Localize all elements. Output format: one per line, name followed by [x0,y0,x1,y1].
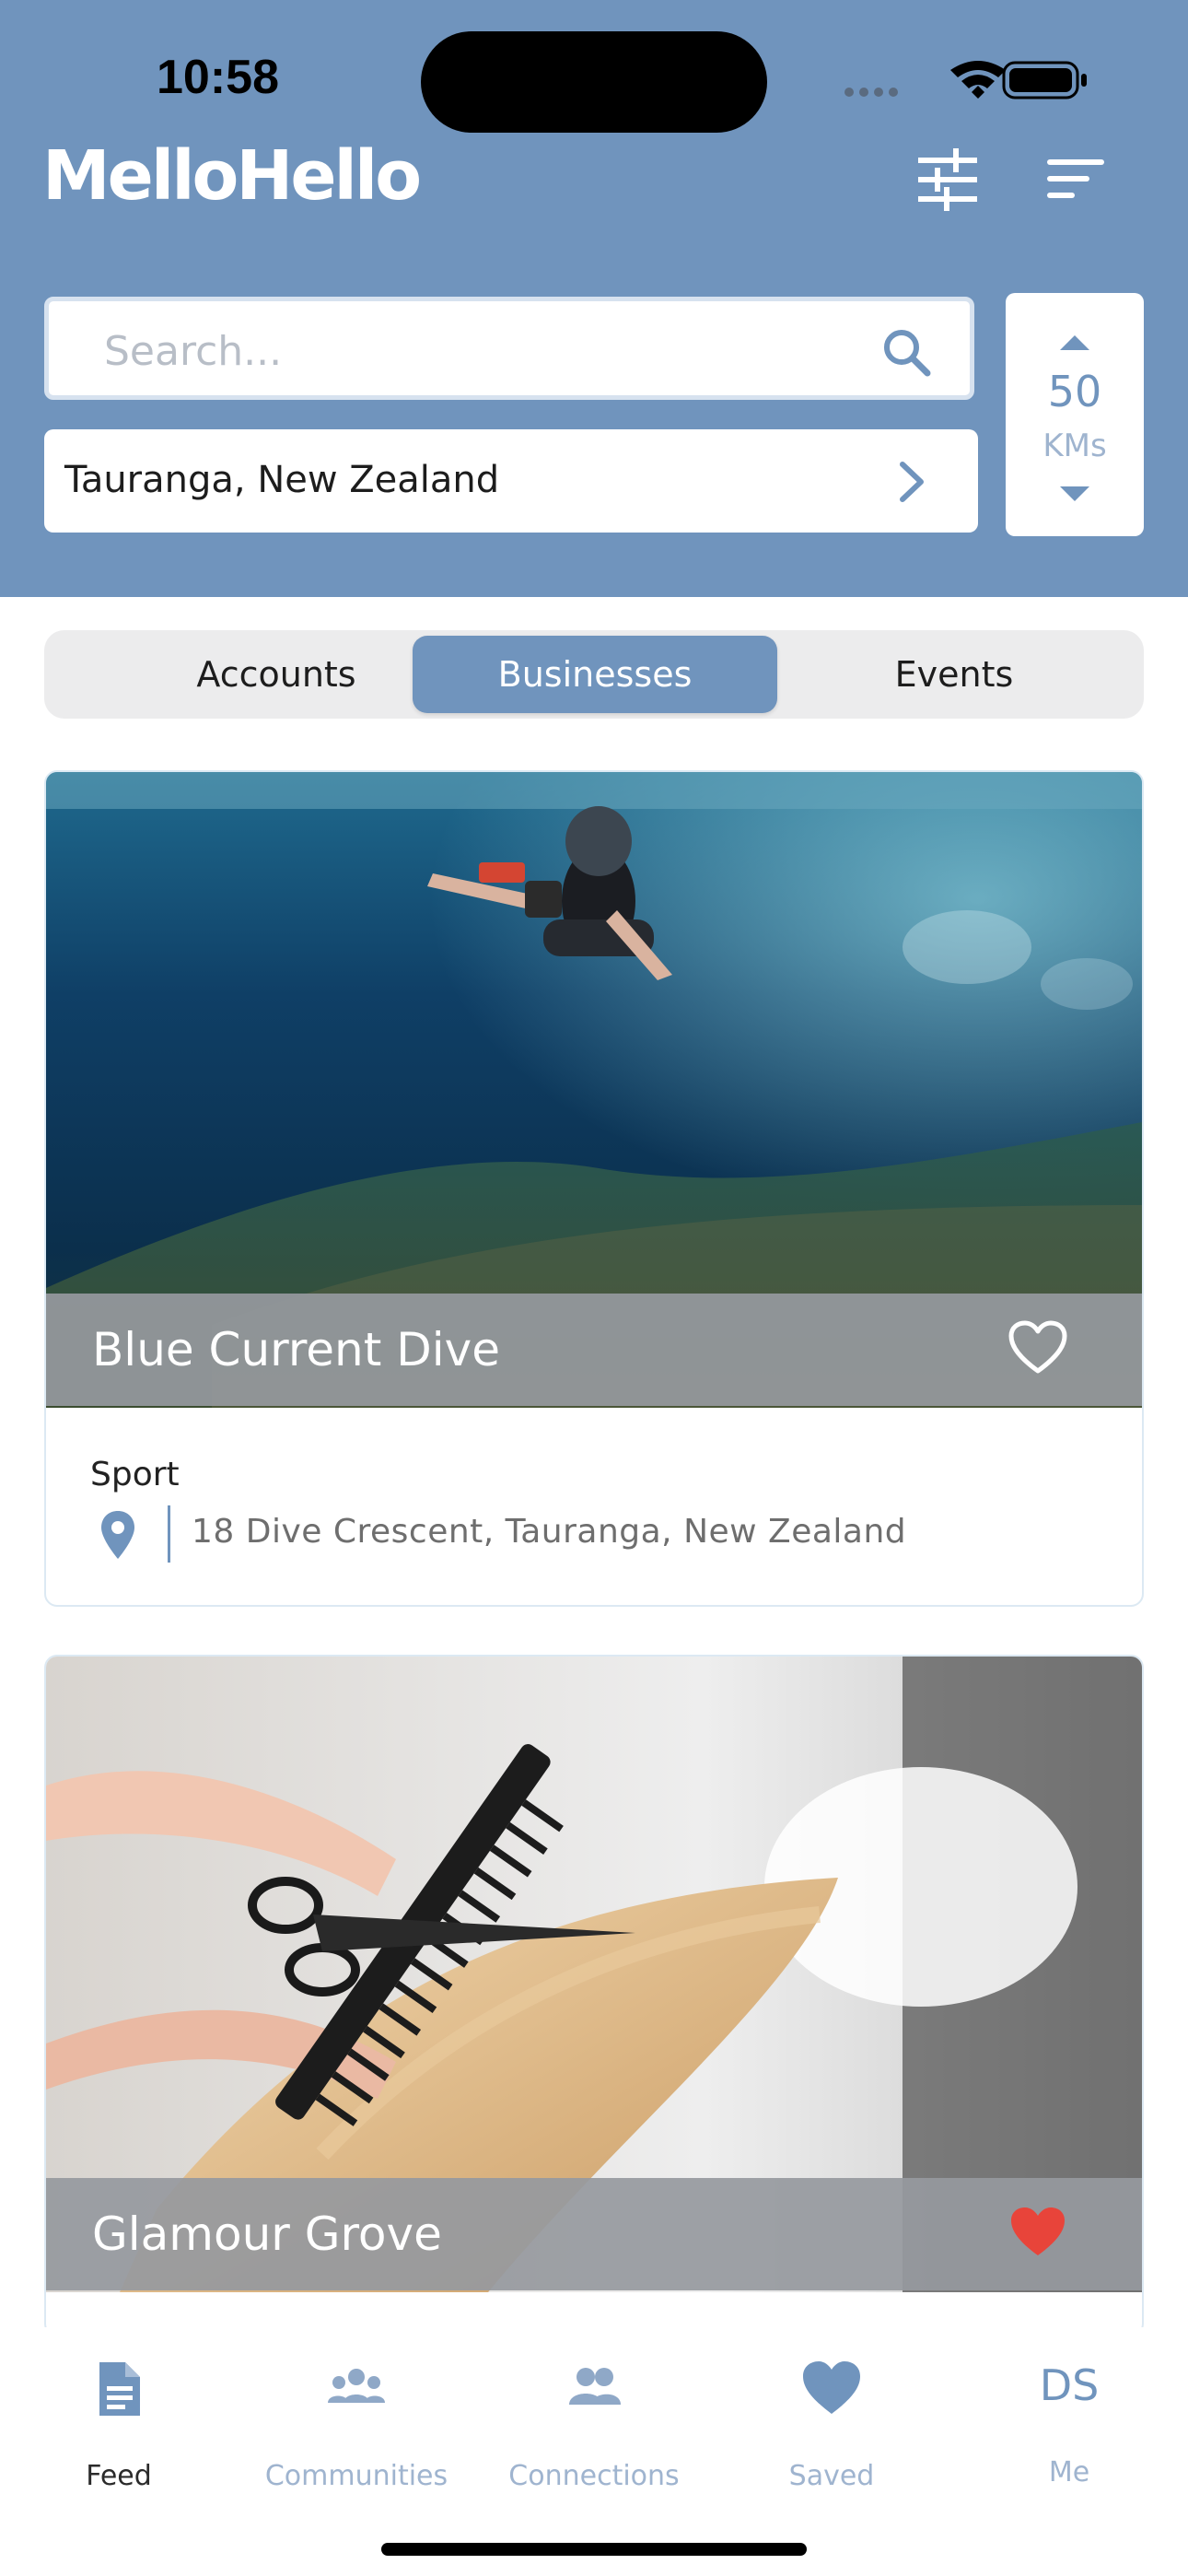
business-category: Sport [90,1456,180,1493]
tab-events[interactable]: Events [772,636,1136,713]
radius-value: 50 [1047,367,1102,416]
caret-down-icon[interactable] [1047,475,1102,521]
wifi-icon [950,61,1006,99]
people-icon [569,2368,621,2405]
document-icon [99,2362,140,2416]
card-title-bar: Glamour Grove [46,2178,1142,2290]
business-card[interactable]: Blue Current Dive Sport 18 Dive Crescent… [44,770,1144,1607]
sliders-icon[interactable] [915,147,980,212]
tabbar-connections[interactable]: Connections [475,2359,713,2492]
home-indicator [381,2543,807,2556]
battery-icon [1002,61,1087,100]
location-pin-icon [101,1511,134,1559]
search-input[interactable] [102,320,879,382]
app-header: 10:58 MelloHello Search... Tauranga, New… [0,0,1188,597]
business-address: 18 Dive Crescent, Tauranga, New Zealand [192,1513,907,1551]
tabbar-feed[interactable]: Feed [0,2359,238,2492]
caret-up-icon[interactable] [1047,315,1102,361]
tab-accounts[interactable]: Accounts [94,636,459,713]
tabbar-label: Connections [508,2460,680,2492]
search-icon[interactable] [881,327,933,379]
sort-icon[interactable] [1044,147,1109,212]
card-title-bar: Blue Current Dive [46,1294,1142,1406]
search-field[interactable] [44,297,974,400]
radius-unit: KMs [1042,427,1107,464]
tabbar-label: Me [1048,2456,1090,2488]
location-selector[interactable]: Tauranga, New Zealand [44,429,978,533]
heart-icon [803,2361,860,2414]
bottom-tab-bar: Feed Communities Connections Saved DS Me [0,2327,1188,2576]
tabbar-me[interactable]: DS Me [950,2359,1188,2488]
status-time: 10:58 [157,51,279,104]
heart-filled-icon[interactable] [1007,2204,1068,2261]
tab-businesses[interactable]: Businesses [413,636,777,713]
group-icon [328,2369,385,2403]
avatar-initials: DS [1039,2360,1100,2410]
signal-icon [844,88,898,97]
category-tabs: Accounts Businesses Events [44,630,1144,719]
business-card[interactable]: Glamour Grove [44,1655,1144,2336]
tabbar-label: Feed [86,2460,152,2492]
app-logo: MelloHello [42,136,422,216]
address-divider [168,1505,170,1563]
tabbar-communities[interactable]: Communities [238,2359,475,2492]
heart-outline-icon[interactable] [1007,1319,1068,1376]
status-icons [844,61,1087,100]
location-text: Tauranga, New Zealand [64,459,500,501]
tabbar-label: Communities [264,2460,448,2492]
radius-stepper: 50 KMs [1006,293,1144,536]
business-name: Glamour Grove [92,2207,442,2261]
tabbar-saved[interactable]: Saved [713,2359,950,2492]
business-name: Blue Current Dive [92,1323,500,1376]
dynamic-island [421,31,767,133]
tabbar-label: Saved [788,2460,875,2492]
chevron-right-icon [900,462,924,502]
